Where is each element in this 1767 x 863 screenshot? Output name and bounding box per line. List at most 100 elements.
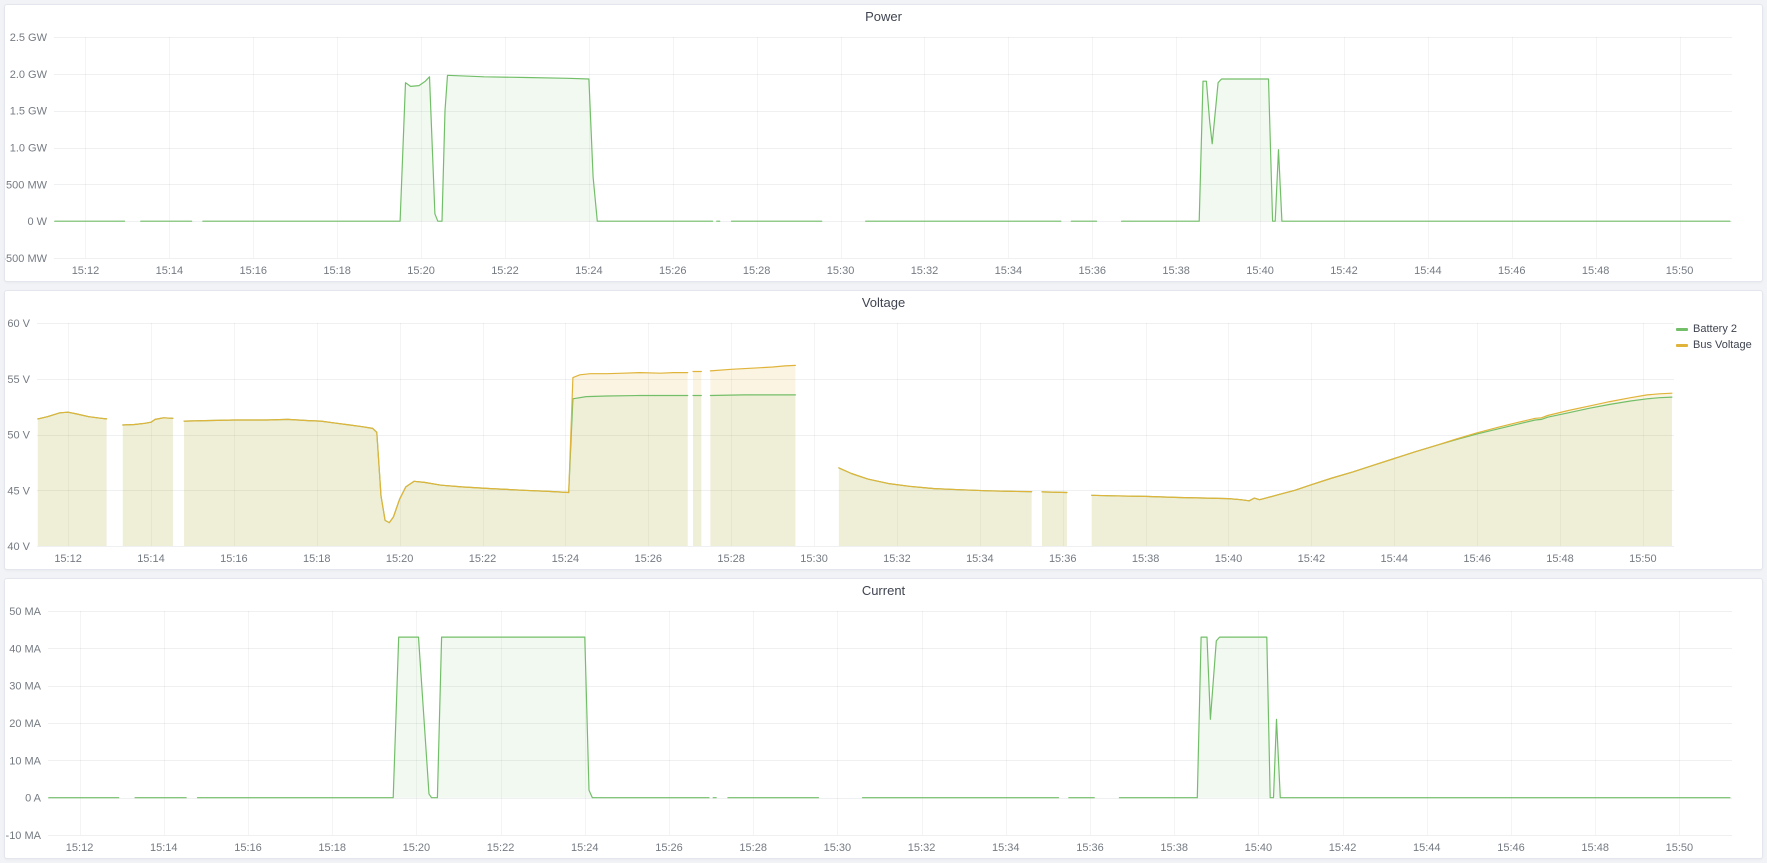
svg-text:15:34: 15:34 xyxy=(992,842,1020,854)
svg-text:40 V: 40 V xyxy=(7,541,30,553)
x-axis-tick-labels: 15:1215:1415:1615:1815:2015:2215:2415:26… xyxy=(54,553,1656,565)
svg-text:15:50: 15:50 xyxy=(1666,842,1694,854)
legend-series-dash-icon xyxy=(1676,328,1688,331)
svg-text:15:38: 15:38 xyxy=(1132,553,1160,565)
svg-text:15:48: 15:48 xyxy=(1546,553,1574,565)
gridlines xyxy=(48,611,1732,836)
svg-text:15:30: 15:30 xyxy=(800,553,828,565)
svg-text:45 V: 45 V xyxy=(7,485,30,497)
svg-text:15:46: 15:46 xyxy=(1463,553,1491,565)
svg-text:15:44: 15:44 xyxy=(1380,553,1408,565)
panel-power: Power 2.5 GW2.0 GW1.5 GW1.0 GW500 MW0 W-… xyxy=(4,4,1763,282)
y-axis-tick-labels: 2.5 GW2.0 GW1.5 GW1.0 GW500 MW0 W-500 MW xyxy=(5,32,48,265)
svg-text:15:30: 15:30 xyxy=(827,265,855,277)
svg-text:15:12: 15:12 xyxy=(54,553,82,565)
current-chart-svg: 50 MA40 MA30 MA20 MA10 MA0 A-10 MA15:121… xyxy=(5,601,1762,858)
svg-text:1.5 GW: 1.5 GW xyxy=(10,106,48,118)
svg-text:15:36: 15:36 xyxy=(1076,842,1104,854)
power-chart-svg: 2.5 GW2.0 GW1.5 GW1.0 GW500 MW0 W-500 MW… xyxy=(5,27,1762,281)
svg-text:15:28: 15:28 xyxy=(743,265,771,277)
svg-text:15:32: 15:32 xyxy=(908,842,936,854)
legend-item-bus-voltage[interactable]: Bus Voltage xyxy=(1676,337,1758,353)
svg-text:15:32: 15:32 xyxy=(911,265,939,277)
svg-text:50 V: 50 V xyxy=(7,430,30,442)
svg-text:15:18: 15:18 xyxy=(303,553,331,565)
svg-text:15:14: 15:14 xyxy=(156,265,184,277)
svg-text:40 MA: 40 MA xyxy=(9,643,41,655)
svg-text:20 MA: 20 MA xyxy=(9,718,41,730)
svg-text:15:14: 15:14 xyxy=(137,553,165,565)
legend-label: Bus Voltage xyxy=(1693,339,1752,351)
svg-text:-500 MW: -500 MW xyxy=(5,253,48,265)
svg-text:15:38: 15:38 xyxy=(1162,265,1190,277)
panel-voltage: Voltage 60 V55 V50 V45 V40 V15:1215:1415… xyxy=(4,290,1763,570)
svg-text:15:16: 15:16 xyxy=(239,265,267,277)
panel-current: Current 50 MA40 MA30 MA20 MA10 MA0 A-10 … xyxy=(4,578,1763,859)
svg-text:15:42: 15:42 xyxy=(1329,842,1357,854)
svg-text:15:26: 15:26 xyxy=(635,553,663,565)
svg-text:-10 MA: -10 MA xyxy=(6,830,42,842)
svg-text:0 A: 0 A xyxy=(25,793,42,805)
svg-text:15:34: 15:34 xyxy=(966,553,994,565)
panel-title-current[interactable]: Current xyxy=(5,579,1762,601)
svg-text:15:50: 15:50 xyxy=(1666,265,1694,277)
svg-text:15:46: 15:46 xyxy=(1497,842,1525,854)
x-axis-tick-labels: 15:1215:1415:1615:1815:2015:2215:2415:26… xyxy=(72,265,1694,277)
dashboard: { "chart_data": [ { "type": "area", "tit… xyxy=(0,0,1767,863)
svg-text:15:22: 15:22 xyxy=(487,842,515,854)
svg-text:15:50: 15:50 xyxy=(1629,553,1657,565)
svg-text:15:24: 15:24 xyxy=(571,842,599,854)
svg-text:30 MA: 30 MA xyxy=(9,681,41,693)
y-axis-tick-labels: 50 MA40 MA30 MA20 MA10 MA0 A-10 MA xyxy=(6,606,42,842)
svg-text:15:38: 15:38 xyxy=(1160,842,1188,854)
svg-text:15:26: 15:26 xyxy=(655,842,683,854)
svg-text:15:26: 15:26 xyxy=(659,265,687,277)
current-chart[interactable]: 50 MA40 MA30 MA20 MA10 MA0 A-10 MA15:121… xyxy=(5,601,1762,858)
y-axis-tick-labels: 60 V55 V50 V45 V40 V xyxy=(7,318,30,553)
panel-title-power[interactable]: Power xyxy=(5,5,1762,27)
svg-text:15:34: 15:34 xyxy=(995,265,1023,277)
legend-label: Battery 2 xyxy=(1693,323,1737,335)
svg-text:15:44: 15:44 xyxy=(1413,842,1441,854)
svg-text:15:22: 15:22 xyxy=(469,553,497,565)
svg-text:0 W: 0 W xyxy=(27,216,47,228)
svg-text:15:18: 15:18 xyxy=(318,842,346,854)
series-areas xyxy=(49,637,1730,798)
svg-text:15:32: 15:32 xyxy=(883,553,911,565)
svg-text:15:44: 15:44 xyxy=(1414,265,1442,277)
legend-item-battery-2[interactable]: Battery 2 xyxy=(1676,321,1758,337)
current-chart-row: 50 MA40 MA30 MA20 MA10 MA0 A-10 MA15:121… xyxy=(5,601,1762,858)
svg-text:15:40: 15:40 xyxy=(1215,553,1243,565)
svg-text:15:40: 15:40 xyxy=(1246,265,1274,277)
svg-text:15:28: 15:28 xyxy=(739,842,767,854)
svg-text:15:46: 15:46 xyxy=(1498,265,1526,277)
svg-text:500 MW: 500 MW xyxy=(6,179,48,191)
svg-text:1.0 GW: 1.0 GW xyxy=(10,143,48,155)
panel-title-voltage[interactable]: Voltage xyxy=(5,291,1762,313)
power-chart[interactable]: 2.5 GW2.0 GW1.5 GW1.0 GW500 MW0 W-500 MW… xyxy=(5,27,1762,281)
svg-text:15:12: 15:12 xyxy=(72,265,100,277)
svg-text:15:30: 15:30 xyxy=(824,842,852,854)
svg-text:15:36: 15:36 xyxy=(1049,553,1077,565)
svg-text:2.5 GW: 2.5 GW xyxy=(10,32,48,44)
gridlines xyxy=(54,37,1732,259)
voltage-chart-svg: 60 V55 V50 V45 V40 V15:1215:1415:1615:18… xyxy=(5,313,1676,569)
series-lines xyxy=(49,637,1730,798)
svg-text:15:28: 15:28 xyxy=(717,553,745,565)
svg-text:15:20: 15:20 xyxy=(386,553,414,565)
svg-text:15:22: 15:22 xyxy=(491,265,519,277)
series-areas xyxy=(38,365,1672,546)
svg-text:15:42: 15:42 xyxy=(1330,265,1358,277)
svg-text:15:42: 15:42 xyxy=(1298,553,1326,565)
svg-text:15:16: 15:16 xyxy=(234,842,262,854)
svg-text:15:24: 15:24 xyxy=(575,265,603,277)
voltage-legend: Battery 2 Bus Voltage xyxy=(1676,313,1762,569)
svg-text:15:48: 15:48 xyxy=(1581,842,1609,854)
svg-text:15:20: 15:20 xyxy=(407,265,435,277)
svg-text:15:14: 15:14 xyxy=(150,842,178,854)
legend-series-dash-icon xyxy=(1676,344,1688,347)
svg-text:50 MA: 50 MA xyxy=(9,606,41,618)
voltage-chart[interactable]: 60 V55 V50 V45 V40 V15:1215:1415:1615:18… xyxy=(5,313,1676,569)
power-chart-row: 2.5 GW2.0 GW1.5 GW1.0 GW500 MW0 W-500 MW… xyxy=(5,27,1762,281)
svg-text:15:16: 15:16 xyxy=(220,553,248,565)
